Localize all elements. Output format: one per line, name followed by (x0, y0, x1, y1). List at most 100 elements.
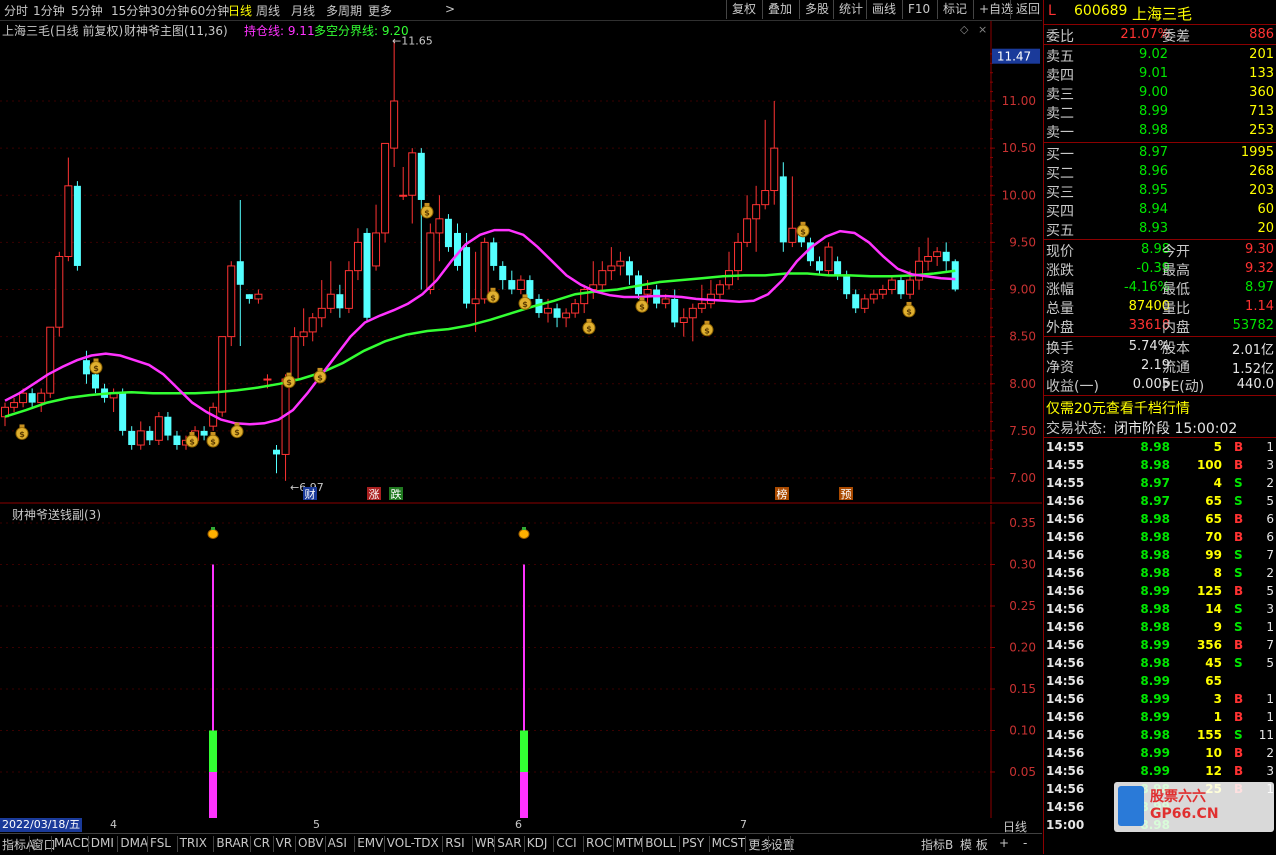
indicator-tab[interactable]: ROC (586, 836, 612, 850)
indicator-tab[interactable]: OBV (298, 836, 324, 850)
candle (363, 228, 371, 323)
sub-chart-title[interactable]: 财神爷送钱副(3) (12, 506, 101, 523)
tick-time: 14:56 (1046, 746, 1085, 760)
current-price-value: 11.47 (997, 50, 1031, 64)
period-tab[interactable]: 5分钟 (71, 2, 103, 19)
indicator-tab[interactable]: BRAR (216, 836, 249, 850)
period-tab[interactable]: 60分钟 (190, 2, 229, 19)
indicator-tab[interactable]: ASI (328, 836, 347, 850)
stat-value: 5.74% (1128, 339, 1170, 354)
period-tab[interactable]: 日线 (228, 2, 252, 19)
event-marker[interactable]: 跌 (391, 487, 402, 501)
indicator-tab[interactable]: KDJ (527, 836, 548, 850)
period-tab[interactable]: 周线 (256, 2, 280, 19)
indicator-tab[interactable]: CR (253, 836, 270, 850)
diamond-icon[interactable]: ◇ (960, 23, 969, 36)
period-tab[interactable]: 分时 (4, 2, 28, 19)
indicator-tab[interactable]: DMI (91, 836, 114, 850)
indicator-tab[interactable]: TRIX (180, 836, 207, 850)
toolbar-button[interactable]: 标记 (937, 0, 972, 19)
period-tab[interactable]: 15分钟 (111, 2, 150, 19)
tick-time: 14:56 (1046, 710, 1085, 724)
indicator-tab[interactable]: 指标B (921, 836, 953, 853)
y-tick-label: 9.00 (1009, 283, 1036, 297)
promo-link[interactable]: 仅需20元查看千档行情 (1046, 398, 1190, 418)
tick-time: 14:56 (1046, 656, 1085, 670)
indicator-name[interactable]: 财神爷主图(11,36) (124, 22, 228, 39)
toolbar-button[interactable]: 复权 (726, 0, 761, 19)
toolbar-button[interactable]: 叠加 (762, 0, 797, 19)
tick-volume: 356 (1196, 638, 1222, 652)
indicator-tab[interactable]: PSY (682, 836, 704, 850)
sub-y-tick-label: 0.15 (1009, 682, 1036, 696)
indicator-tab[interactable]: MCST (712, 836, 746, 850)
indicator-tab[interactable]: MACD (54, 836, 90, 850)
stat-label: 股本 (1162, 341, 1190, 357)
more-arrow-icon[interactable]: > (445, 2, 455, 16)
period-tab[interactable]: 月线 (291, 2, 315, 19)
indicator-tab[interactable]: WR (475, 836, 495, 850)
main-candlestick-chart[interactable]: 11.00 10.50 10.00 9.50 9.00 8.50 8.00 7.50 7.00 1… (0, 21, 1042, 504)
indicator-tab[interactable]: BOLL (645, 836, 676, 850)
sell-level-label: 卖二 (1046, 106, 1074, 122)
candle (46, 326, 55, 398)
candle (381, 142, 390, 243)
indicator-tab[interactable]: VR (276, 836, 293, 850)
toolbar-button[interactable]: 画线 (866, 0, 901, 19)
indicator-tabs: 指标A 窗口 MACD DMI DMA FSL TRIX BRAR CR VR OBV ASI EMV V… (0, 833, 1042, 855)
sub-y-tick-label: 0.20 (1009, 641, 1036, 655)
tick-price: 8.99 (1140, 746, 1170, 760)
close-icon[interactable]: × (978, 23, 987, 36)
tick-side: B (1234, 710, 1244, 724)
indicator-tab[interactable]: 窗口 (32, 836, 56, 853)
indicator-tab[interactable]: RSI (445, 836, 465, 850)
tab-divider (250, 836, 252, 852)
toolbar-button[interactable]: 返回 (1010, 0, 1045, 19)
indicator-tab[interactable]: 更多 (748, 836, 772, 853)
tick-time: 14:56 (1046, 800, 1085, 814)
event-marker[interactable]: 预 (841, 488, 852, 501)
indicator-tab[interactable]: SAR (497, 836, 521, 850)
period-tab[interactable]: 多周期 (326, 2, 362, 19)
toolbar-button[interactable]: F10 (902, 0, 935, 19)
tab-divider (28, 836, 30, 852)
period-tab[interactable]: 更多 (368, 2, 392, 19)
tick-count: 7 (1266, 638, 1274, 652)
period-tab[interactable]: 30分钟 (150, 2, 189, 19)
indicator-tab[interactable]: CCI (556, 836, 576, 850)
indicator-tab[interactable]: - (1023, 836, 1027, 850)
stat-value: 9.30 (1245, 242, 1274, 257)
indicator-tab[interactable]: FSL (150, 836, 171, 850)
svg-text:$: $ (639, 303, 645, 312)
tick-price: 8.98 (1140, 440, 1170, 454)
y-tick-label: 7.00 (1009, 471, 1036, 485)
indicator-tab[interactable]: + (999, 836, 1009, 850)
tick-count: 5 (1266, 494, 1274, 508)
tick-time: 14:56 (1046, 494, 1085, 508)
sell-level-label: 卖四 (1046, 68, 1074, 84)
divider (1044, 336, 1276, 337)
candle (227, 261, 236, 347)
sub-indicator-chart[interactable]: 0.35 0.30 0.25 0.20 0.15 0.10 0.05 (0, 505, 1042, 818)
y-tick-label: 8.50 (1009, 330, 1036, 344)
period-tab[interactable]: 1分钟 (33, 2, 65, 19)
svg-text:$: $ (906, 307, 912, 316)
indicator-tab[interactable]: DMA (120, 836, 148, 850)
event-marker[interactable]: 涨 (369, 488, 380, 501)
stat-label: 总量 (1046, 301, 1074, 317)
indicator-tab[interactable]: MTM (616, 836, 644, 850)
indicator-tab[interactable]: 模 板 (960, 836, 988, 853)
buy-level-label: 买二 (1046, 166, 1074, 182)
tick-time: 14:56 (1046, 674, 1085, 688)
tick-price: 8.98 (1140, 602, 1170, 616)
toolbar-button[interactable]: 统计 (833, 0, 868, 19)
event-marker[interactable]: 榜 (777, 487, 788, 501)
toolbar-button[interactable]: 多股 (799, 0, 834, 19)
indicator-tab[interactable]: 设置 (771, 836, 795, 853)
candle (73, 181, 81, 271)
indicator-tab[interactable]: VOL-TDX (387, 836, 439, 850)
event-marker[interactable]: 财 (305, 487, 316, 501)
tick-volume: 65 (1205, 512, 1222, 526)
stat-value: 2.19 (1141, 358, 1170, 373)
indicator-tab[interactable]: EMV (357, 836, 383, 850)
